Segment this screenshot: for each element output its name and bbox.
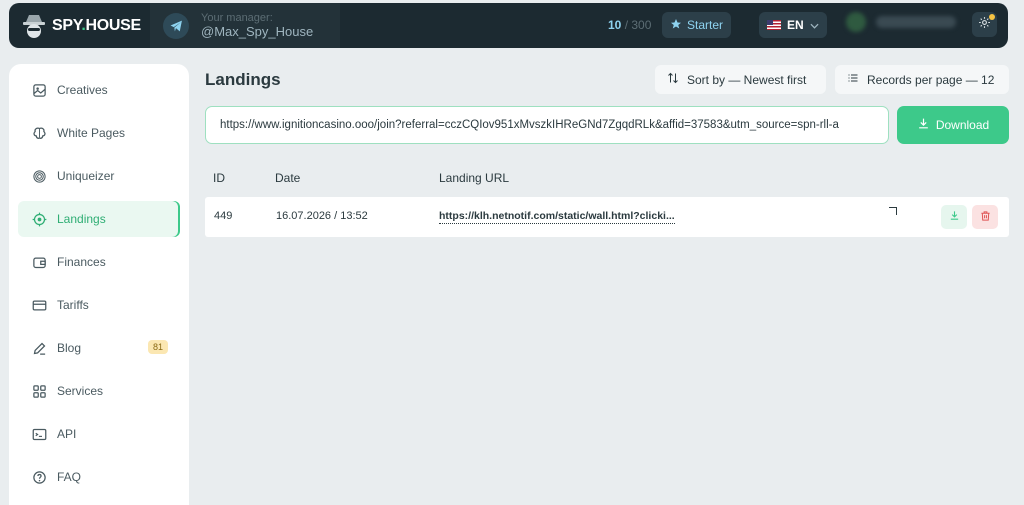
avatar[interactable] — [846, 12, 866, 32]
wallet-icon — [31, 254, 47, 270]
star-icon — [670, 18, 682, 33]
plan-button[interactable]: Starter — [662, 12, 731, 38]
landing-url-input[interactable] — [205, 106, 889, 144]
chevron-down-icon — [810, 18, 819, 32]
sidebar-item-label: Finances — [57, 255, 106, 269]
sidebar: Creatives White Pages Uniqueizer Landing… — [9, 64, 189, 505]
grid-icon — [31, 383, 47, 399]
column-header-date: Date — [275, 171, 301, 185]
records-per-page-dropdown[interactable]: Records per page — 12 — [835, 65, 1009, 94]
sidebar-item-creatives[interactable]: Creatives — [18, 72, 180, 108]
sidebar-item-label: Blog — [57, 341, 82, 355]
brain-icon — [31, 125, 47, 141]
question-icon — [31, 469, 47, 485]
sidebar-item-label: Uniqueizer — [57, 169, 115, 183]
sort-icon — [667, 72, 679, 87]
sidebar-item-tariffs[interactable]: Tariffs — [18, 287, 180, 323]
logo[interactable]: SPY.HOUSE — [22, 11, 141, 41]
trash-icon — [980, 210, 991, 225]
quota-total: / 300 — [624, 18, 652, 32]
row-landing-url-link[interactable]: https://klh.netnotif.com/static/wall.htm… — [439, 210, 675, 224]
records-label: Records per page — 12 — [867, 72, 995, 87]
sidebar-item-label: Services — [57, 384, 104, 398]
api-icon — [31, 426, 47, 442]
column-header-landing-url: Landing URL — [439, 171, 510, 185]
quota-used: 10 — [608, 18, 622, 32]
language-label: EN — [787, 18, 804, 32]
sidebar-item-services[interactable]: Services — [18, 373, 180, 409]
sidebar-item-api[interactable]: API — [18, 416, 180, 452]
sort-dropdown[interactable]: Sort by — Newest first — [655, 65, 826, 94]
sidebar-item-faq[interactable]: FAQ — [18, 459, 180, 495]
column-header-id: ID — [213, 171, 225, 185]
table-header: ID Date Landing URL — [205, 165, 1009, 191]
user-name-blurred[interactable] — [876, 16, 956, 28]
sidebar-item-label: FAQ — [57, 470, 82, 484]
sidebar-item-uniqueizer[interactable]: Uniqueizer — [18, 158, 180, 194]
manager-name[interactable]: @Max_Spy_House — [201, 24, 313, 39]
table-row: 449 16.07.2026 / 13:52 https://klh.netno… — [205, 197, 1009, 237]
sidebar-item-landings[interactable]: Landings — [18, 201, 180, 237]
quota-counter: 10 / 300 — [608, 18, 651, 32]
settings-button[interactable] — [972, 12, 997, 37]
row-delete-button[interactable] — [972, 205, 998, 229]
list-icon — [847, 72, 859, 87]
image-icon — [31, 82, 47, 98]
plan-label: Starter — [686, 18, 723, 32]
spy-logo-icon — [22, 13, 46, 39]
row-id: 449 — [214, 210, 233, 222]
telegram-icon[interactable] — [163, 13, 189, 39]
sidebar-item-label: API — [57, 427, 77, 441]
sidebar-item-label: White Pages — [57, 126, 126, 140]
sidebar-item-finances[interactable]: Finances — [18, 244, 180, 280]
fingerprint-icon — [31, 168, 47, 184]
notification-dot — [989, 14, 995, 20]
pen-icon — [31, 340, 47, 356]
sidebar-item-label: Creatives — [57, 83, 108, 97]
logo-text: SPY.HOUSE — [52, 17, 141, 34]
us-flag-icon — [767, 20, 781, 30]
row-date: 16.07.2026 / 13:52 — [276, 210, 368, 222]
sort-label: Sort by — Newest first — [687, 72, 807, 87]
manager-label: Your manager: — [201, 12, 273, 24]
language-selector[interactable]: EN — [759, 12, 827, 38]
external-link-icon[interactable] — [889, 207, 897, 215]
card-icon — [31, 297, 47, 313]
download-icon — [917, 117, 930, 133]
page-title: Landings — [205, 70, 281, 89]
blog-count-badge: 81 — [147, 340, 168, 354]
download-button[interactable]: Download — [897, 106, 1009, 144]
row-download-button[interactable] — [941, 205, 967, 229]
sidebar-item-white-pages[interactable]: White Pages — [18, 115, 180, 151]
sidebar-item-label: Tariffs — [57, 298, 89, 312]
target-icon — [31, 211, 47, 227]
download-icon — [949, 210, 960, 224]
sidebar-item-blog[interactable]: Blog 81 — [18, 330, 180, 366]
download-label: Download — [935, 118, 990, 132]
sidebar-item-label: Landings — [57, 212, 106, 226]
